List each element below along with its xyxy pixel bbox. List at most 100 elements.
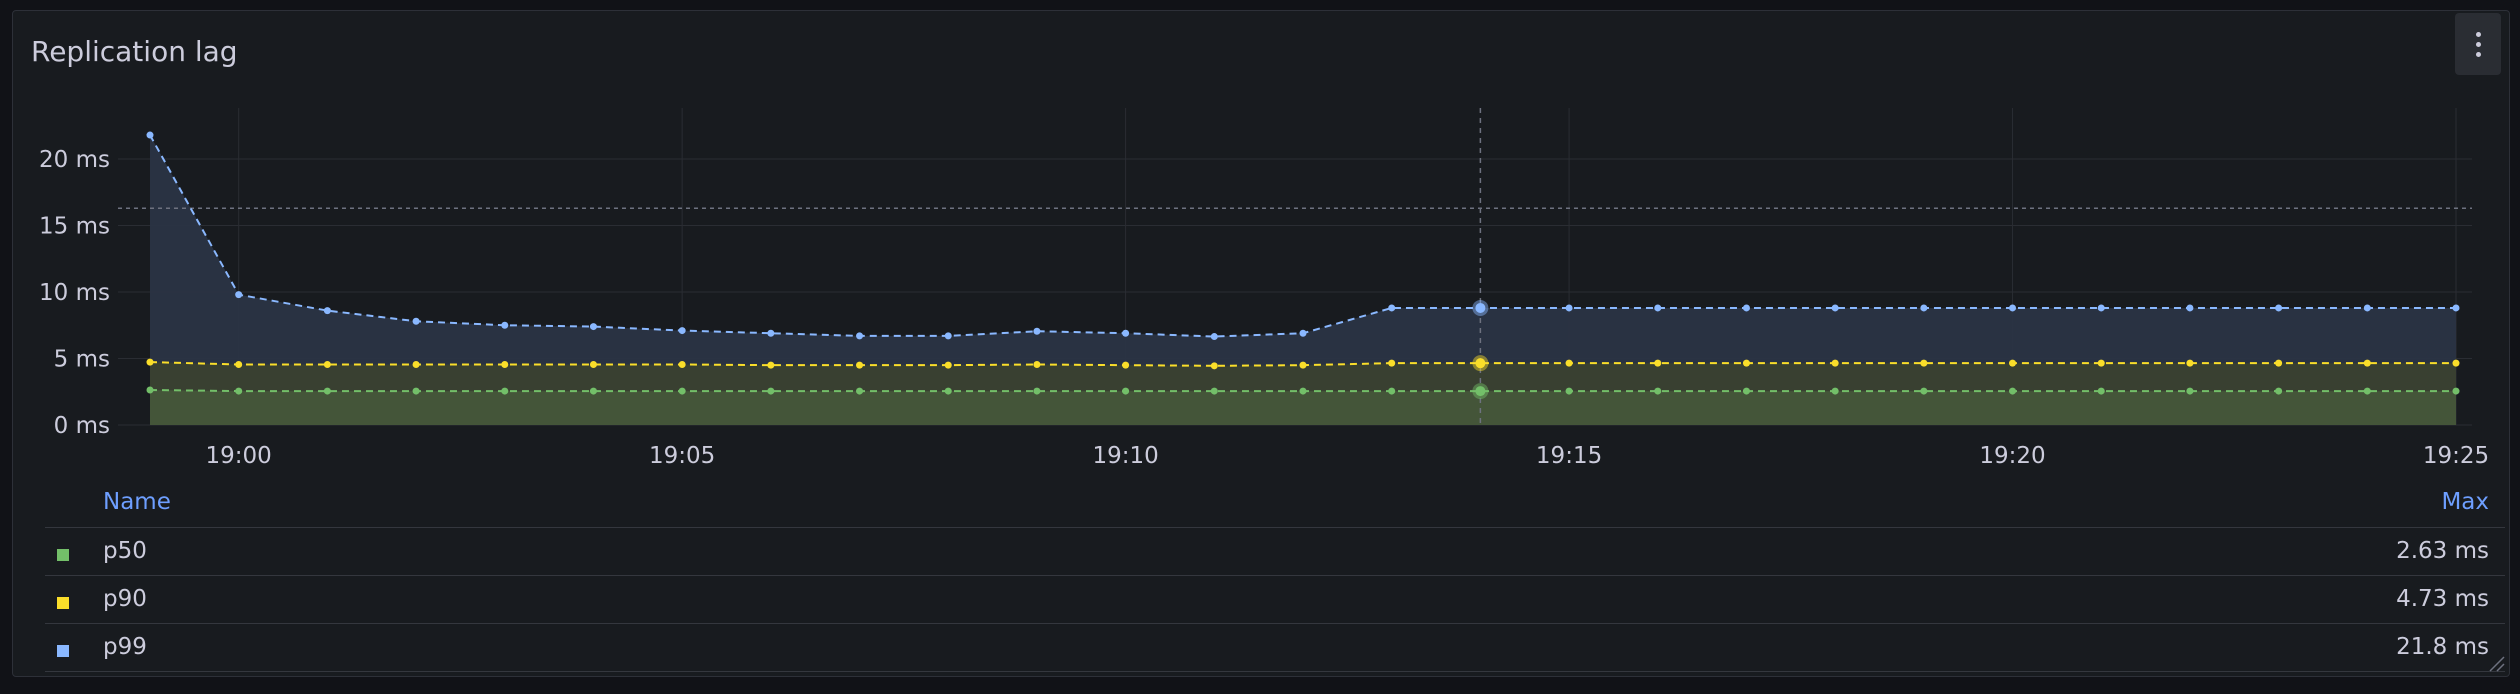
data-point-p90 (501, 360, 509, 368)
data-point-p90 (1122, 361, 1130, 369)
data-point-p99 (2363, 304, 2371, 312)
legend-series-name: p90 (103, 586, 147, 612)
legend-max-header[interactable]: Max (2441, 489, 2489, 515)
legend-table: Name Max p50 2.63 ms p90 4.73 ms p99 21.… (45, 481, 2505, 672)
data-point-p90 (2009, 359, 2017, 367)
data-point-p50 (1742, 387, 1750, 395)
data-point-p99 (2097, 304, 2105, 312)
y-tick-label: 20 ms (39, 147, 110, 173)
data-point-p99 (1654, 304, 1662, 312)
data-point-p99 (1299, 329, 1307, 337)
legend-series-name: p99 (103, 634, 147, 660)
legend-name-header[interactable]: Name (103, 489, 171, 515)
data-point-p90 (1565, 359, 1573, 367)
data-point-p99 (1122, 329, 1130, 337)
data-point-p99 (1475, 302, 1486, 313)
data-point-p50 (1920, 387, 1928, 395)
time-series-chart[interactable]: 0 ms 5 ms 10 ms 15 ms 20 ms 19:00 19:05 19:10 19… (0, 0, 2520, 470)
data-point-p99 (501, 321, 509, 329)
data-point-p90 (1299, 361, 1307, 369)
data-point-p50 (944, 387, 952, 395)
data-point-p99 (2275, 304, 2283, 312)
legend-row-p99[interactable]: p99 21.8 ms (45, 624, 2505, 672)
legend-series-max: 21.8 ms (2396, 634, 2489, 660)
data-point-p90 (1475, 358, 1486, 369)
data-point-p99 (235, 291, 243, 299)
legend-row-p90[interactable]: p90 4.73 ms (45, 576, 2505, 624)
data-point-p90 (412, 360, 420, 368)
y-tick-label: 10 ms (39, 280, 110, 306)
data-point-p99 (1831, 304, 1839, 312)
legend-swatch-p99 (57, 645, 87, 657)
data-point-p99 (2009, 304, 2017, 312)
data-point-p90 (1831, 359, 1839, 367)
data-point-p50 (2097, 387, 2105, 395)
data-point-p50 (501, 387, 509, 395)
data-point-p90 (2275, 359, 2283, 367)
legend-series-max: 4.73 ms (2396, 586, 2489, 612)
data-point-p99 (944, 332, 952, 340)
data-point-p90 (2186, 359, 2194, 367)
data-point-p90 (1742, 359, 1750, 367)
series-area-p50 (150, 390, 2456, 425)
data-point-p50 (1122, 387, 1130, 395)
data-point-p50 (2275, 387, 2283, 395)
data-point-p99 (323, 307, 331, 315)
data-point-p50 (856, 387, 864, 395)
data-point-p90 (1033, 360, 1041, 368)
data-point-p99 (2452, 304, 2460, 312)
data-point-p90 (1654, 359, 1662, 367)
data-point-p50 (412, 387, 420, 395)
data-point-p50 (1475, 386, 1486, 397)
resize-handle-icon[interactable] (2487, 654, 2505, 672)
data-point-p50 (323, 387, 331, 395)
data-point-p99 (1033, 327, 1041, 335)
data-point-p90 (1388, 359, 1396, 367)
data-point-p99 (1210, 333, 1218, 341)
y-tick-label: 5 ms (54, 347, 110, 373)
data-point-p50 (2186, 387, 2194, 395)
data-point-p50 (767, 387, 775, 395)
x-tick-label: 19:25 (2423, 443, 2489, 469)
data-point-p90 (767, 361, 775, 369)
data-point-p90 (2363, 359, 2371, 367)
x-tick-label: 19:10 (1092, 443, 1158, 469)
data-point-p90 (323, 360, 331, 368)
data-point-p99 (412, 317, 420, 325)
data-point-p90 (856, 361, 864, 369)
x-tick-label: 19:20 (1979, 443, 2045, 469)
y-tick-label: 15 ms (39, 214, 110, 240)
data-point-p90 (235, 360, 243, 368)
data-point-p90 (1920, 359, 1928, 367)
data-point-p99 (1565, 304, 1573, 312)
data-point-p50 (2009, 387, 2017, 395)
data-point-p90 (944, 361, 952, 369)
data-point-p50 (1210, 387, 1218, 395)
data-point-p50 (1831, 387, 1839, 395)
data-point-p90 (2452, 359, 2460, 367)
data-point-p99 (767, 329, 775, 337)
data-point-p99 (1920, 304, 1928, 312)
data-point-p99 (2186, 304, 2194, 312)
data-point-p99 (1742, 304, 1750, 312)
x-tick-label: 19:00 (206, 443, 272, 469)
legend-swatch-p90 (57, 597, 87, 609)
data-point-p50 (678, 387, 686, 395)
legend-row-p50[interactable]: p50 2.63 ms (45, 528, 2505, 576)
data-point-p90 (146, 358, 154, 366)
data-point-p99 (856, 332, 864, 340)
data-point-p90 (2097, 359, 2105, 367)
data-point-p90 (589, 360, 597, 368)
data-point-p50 (2452, 387, 2460, 395)
data-point-p50 (146, 386, 154, 394)
data-point-p50 (1565, 387, 1573, 395)
data-point-p90 (678, 360, 686, 368)
legend-swatch-p50 (57, 549, 87, 561)
data-point-p50 (2363, 387, 2371, 395)
data-point-p50 (589, 387, 597, 395)
legend-series-max: 2.63 ms (2396, 538, 2489, 564)
legend-header: Name Max (45, 481, 2505, 528)
series-line-p99 (149, 134, 2456, 338)
data-point-p99 (678, 327, 686, 335)
data-point-p99 (146, 131, 154, 139)
